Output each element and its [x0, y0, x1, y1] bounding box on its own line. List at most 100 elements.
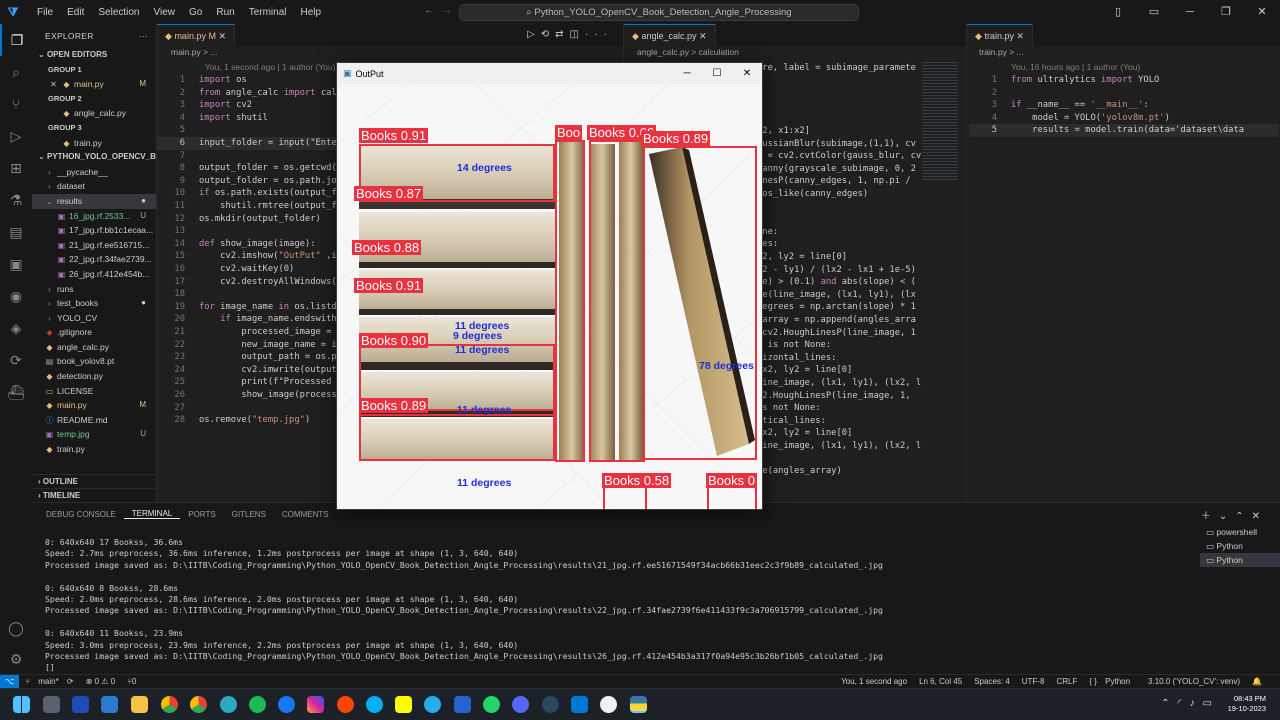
gitlens-blame[interactable]: You, 1 second ago — [835, 675, 913, 688]
menu-go[interactable]: Go — [182, 7, 209, 18]
output-maximize-icon[interactable]: ☐ — [702, 63, 732, 84]
history-icon[interactable]: ⟲ — [541, 29, 555, 40]
code-line[interactable] — [757, 453, 967, 466]
cursor-position[interactable]: Ln 6, Col 45 — [913, 675, 968, 688]
run-icon[interactable]: ▷ — [527, 29, 541, 40]
file-tree-item[interactable]: ▭ LICENSE — [32, 384, 156, 399]
extensions-icon[interactable]: ⊞ — [0, 152, 32, 184]
source-control-icon[interactable]: ⑂ — [0, 88, 32, 120]
terminal-instance[interactable]: ▭ Python — [1200, 553, 1280, 567]
new-terminal-icon[interactable]: ＋ — [1201, 511, 1219, 522]
code-line[interactable]: rizontal_lines: — [757, 352, 967, 365]
language-mode[interactable]: { } Python — [1083, 675, 1142, 688]
breadcrumb[interactable]: main.py > ... — [171, 47, 218, 61]
tray-battery-icon[interactable]: ▭ — [1203, 698, 1220, 709]
code-line[interactable]: _array = np.append(angles_arra — [757, 314, 967, 327]
panel-tab-comments[interactable]: COMMENTS — [274, 510, 337, 519]
code-line[interactable]: pe) > (0.1) and abs(slope) < ( — [757, 276, 967, 289]
gitlens-icon[interactable]: ◈ — [0, 312, 32, 344]
menu-run[interactable]: Run — [209, 7, 241, 18]
branch-indicator[interactable]: ⑂ main* ⟳ — [19, 675, 79, 688]
forward-arrow-icon[interactable]: → — [442, 5, 452, 16]
accounts-icon[interactable]: ◯ — [0, 612, 32, 644]
file-explorer-icon[interactable] — [131, 696, 148, 713]
open-editor-item[interactable]: ◆ angle_calc.py — [32, 106, 156, 121]
menu-edit[interactable]: Edit — [60, 7, 91, 18]
close-icon[interactable]: ✕ — [48, 78, 59, 92]
instagram-icon[interactable] — [307, 696, 324, 713]
file-tree-item[interactable]: ▣ temp.jpg U — [32, 427, 156, 442]
file-tree-item[interactable]: ▣ 21_jpg.rf.ee516715... — [32, 238, 156, 253]
ports-indicator[interactable]: ⑂0 — [121, 675, 142, 688]
search-icon[interactable]: ⌕ — [0, 56, 32, 88]
testing-icon[interactable]: ⚗ — [0, 184, 32, 216]
clock[interactable]: 08:43 PM 19-10-2023 — [1228, 694, 1266, 714]
terminal-instance[interactable]: ▭ Python — [1200, 539, 1280, 553]
start-windows-icon[interactable] — [13, 696, 30, 713]
code-line[interactable]: is not None: — [757, 402, 967, 415]
file-tree-item[interactable]: ▣ 16_jpg.rf.2533... U — [32, 209, 156, 224]
output-close-icon[interactable]: ✕ — [732, 63, 762, 84]
code-line[interactable]: 2 — [969, 87, 1279, 100]
open-editor-item[interactable]: ✕ ◆ main.py M — [32, 77, 156, 92]
tray-wifi-icon[interactable]: ◜ — [1178, 698, 1190, 709]
file-tree-item[interactable]: ▣ 22_jpg.rf.34fae2739... — [32, 252, 156, 267]
settings-app-icon[interactable] — [43, 696, 60, 713]
vscode-taskbar-icon[interactable] — [571, 696, 588, 713]
menu-terminal[interactable]: Terminal — [242, 7, 294, 18]
more-actions-icon[interactable]: ··· — [139, 31, 148, 41]
layout-panel-icon[interactable]: ▭ — [1136, 0, 1172, 24]
menu-view[interactable]: View — [147, 7, 183, 18]
code-line[interactable]: cv2.HoughLinesP(line_image, 1 — [757, 327, 967, 340]
file-tree-item[interactable]: › test_books ● — [32, 296, 156, 311]
skype-icon[interactable] — [366, 696, 383, 713]
edge-icon[interactable] — [220, 696, 237, 713]
steam-icon[interactable] — [542, 696, 559, 713]
code-line[interactable]: nes: — [757, 238, 967, 251]
media-app-icon[interactable] — [72, 696, 89, 713]
code-line[interactable]: one: — [757, 226, 967, 239]
code-line[interactable]: v2.HoughLinesP(line_image, 1, — [757, 390, 967, 403]
code-line[interactable]: lx2, ly2 = line[0] — [757, 427, 967, 440]
panel-tab-terminal[interactable]: TERMINAL — [123, 509, 181, 519]
file-tree-item[interactable]: › runs — [32, 282, 156, 297]
panel-tab-ports[interactable]: PORTS — [180, 510, 223, 519]
outline-section[interactable]: › OUTLINE — [32, 474, 156, 489]
minimize-icon[interactable]: ─ — [1172, 0, 1208, 24]
line-ending[interactable]: CRLF — [1050, 675, 1083, 688]
timeline-section[interactable]: › TIMELINE — [32, 488, 156, 502]
code-line[interactable]: 4 model = YOLO('yolov8m.pt') — [969, 112, 1279, 125]
tab-close-icon[interactable]: ✕ — [699, 31, 707, 41]
code-line[interactable]: y2 - ly1) / (lx2 - lx1 + 1e-5) — [757, 264, 967, 277]
panel-tab-gitlens[interactable]: GITLENS — [224, 510, 274, 519]
github-icon[interactable]: ◉ — [0, 280, 32, 312]
code-line[interactable]: lx2, ly2 = line[0] — [757, 364, 967, 377]
tab-close-icon[interactable]: ✕ — [1016, 31, 1024, 41]
breadcrumb[interactable]: train.py > ... — [979, 47, 1024, 61]
live-share-icon[interactable]: ⟳ — [0, 344, 32, 376]
split-editor-icon[interactable]: ◫ — [570, 29, 585, 40]
close-panel-icon[interactable]: ✕ — [1252, 511, 1268, 522]
code-line[interactable]: 3 if __name__ == '__main__': — [969, 99, 1279, 112]
indentation[interactable]: Spaces: 4 — [968, 675, 1016, 688]
telegram-icon[interactable] — [424, 696, 441, 713]
reddit-icon[interactable] — [337, 696, 354, 713]
chrome-icon-2[interactable] — [190, 696, 207, 713]
code-line[interactable]: s is not None: — [757, 339, 967, 352]
maximize-panel-icon[interactable]: ⌃ — [1235, 511, 1251, 522]
tray-chevron-icon[interactable]: ⌃ — [1161, 698, 1177, 709]
spotify-icon[interactable] — [249, 696, 266, 713]
snapchat-icon[interactable] — [395, 696, 412, 713]
file-tree-item[interactable]: › dataset — [32, 179, 156, 194]
file-tree-item[interactable]: ◆ detection.py — [32, 369, 156, 384]
maximize-icon[interactable]: ❐ — [1208, 0, 1244, 24]
file-tree-item[interactable]: › YOLO_CV — [32, 311, 156, 326]
tray-volume-icon[interactable]: ♪ — [1190, 698, 1203, 709]
file-tree-item[interactable]: ⌄ results ● — [32, 193, 156, 209]
tab-angle-calc[interactable]: ◆ angle_calc.py ✕ — [624, 24, 716, 46]
file-tree-item[interactable]: ◆ train.py — [32, 442, 156, 457]
code-line[interactable]: ne(line_image, (lx1, ly1), (lx — [757, 289, 967, 302]
code-line[interactable]: degrees = np.arctan(slope) * 1 — [757, 301, 967, 314]
back-arrow-icon[interactable]: ← — [424, 5, 434, 16]
tab-main-py[interactable]: ◆ main.py M ✕ — [157, 24, 236, 46]
